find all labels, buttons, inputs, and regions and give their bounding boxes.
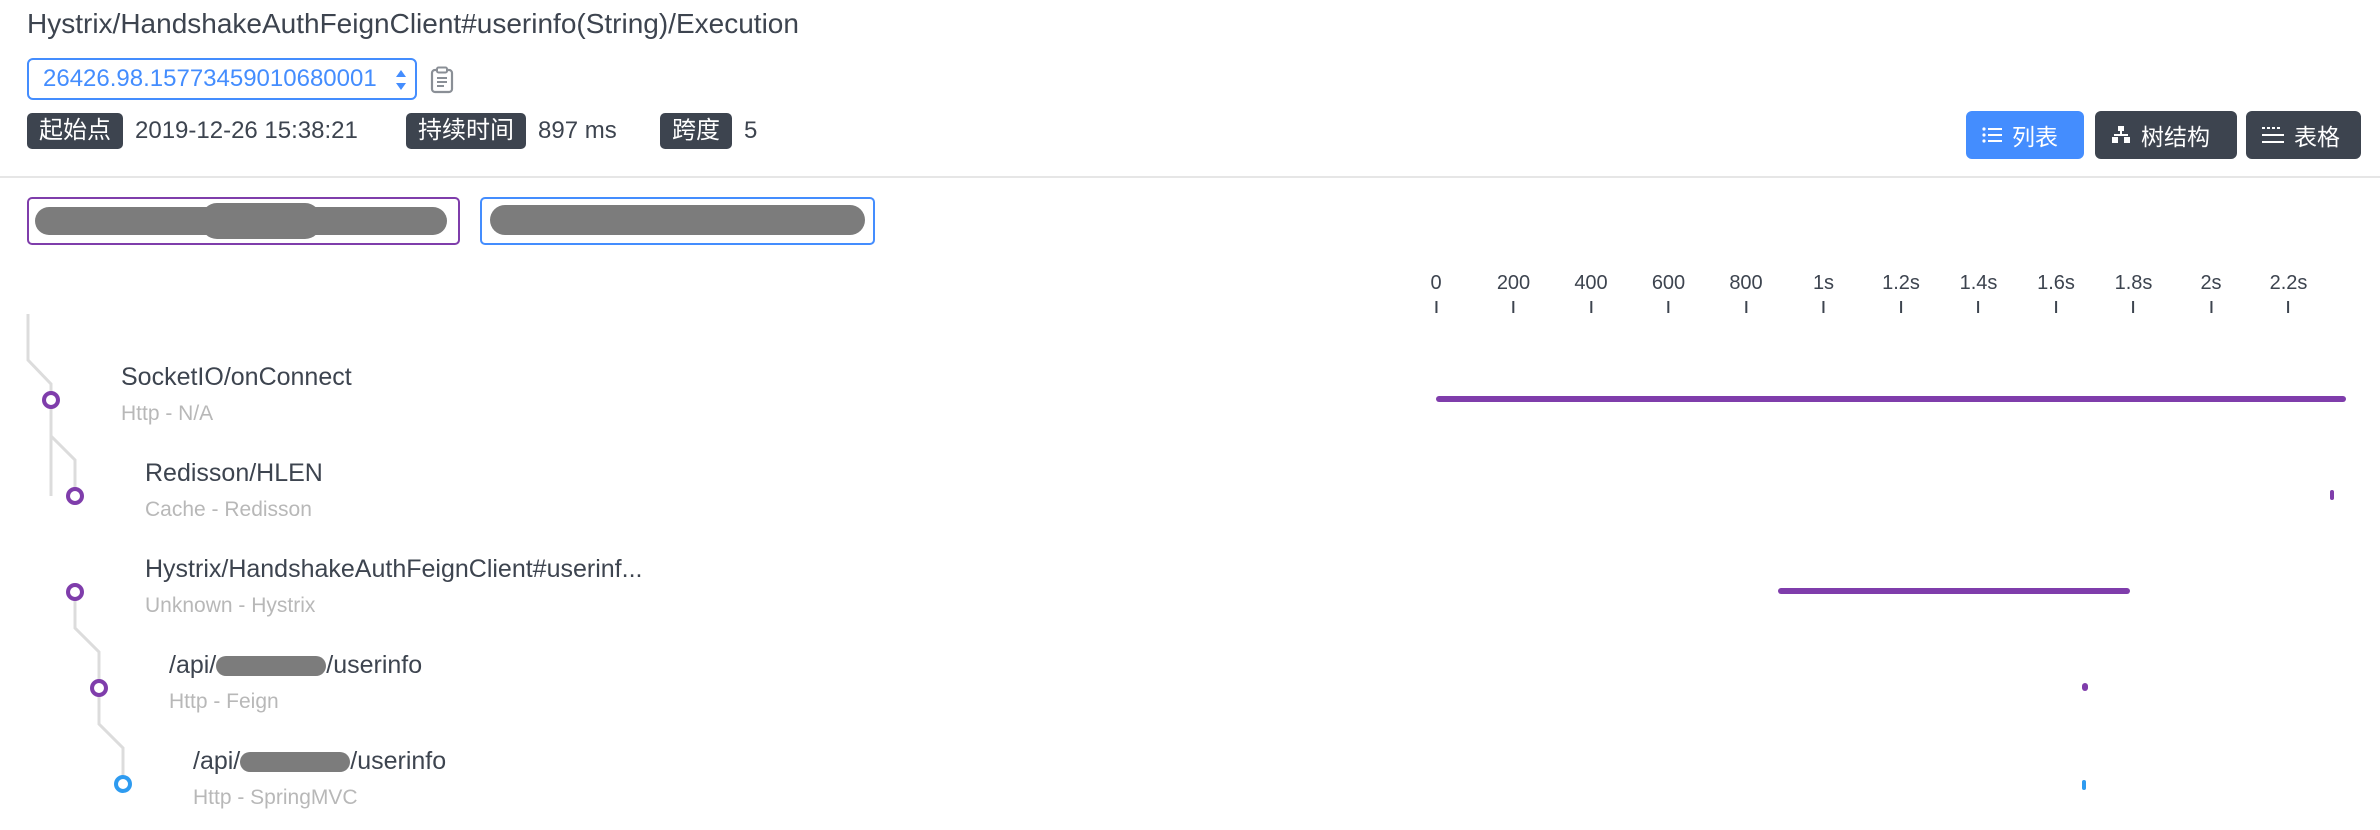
start-time-meta: 起始点 2019-12-26 15:38:21 [27, 112, 358, 150]
span-type: Http - Feign [169, 690, 279, 713]
axis-tick-label: 2s [2200, 272, 2222, 294]
axis-tick: 1.2s [1882, 272, 1920, 313]
span-timeline-bar [2082, 683, 2088, 691]
axis-tick-label: 1.8s [2114, 272, 2153, 294]
table-view-button[interactable]: 表格 [2246, 111, 2361, 159]
table-view-label: 表格 [2294, 124, 2340, 150]
axis-tick: 2.2s [2269, 272, 2308, 313]
span-node-icon [42, 391, 60, 409]
span-type: Http - SpringMVC [193, 786, 358, 809]
redacted-text [240, 752, 351, 773]
list-icon [1982, 127, 2002, 143]
clipboard-icon[interactable] [430, 66, 454, 94]
axis-tick: 800 [1729, 272, 1763, 313]
table-icon [2262, 127, 2284, 143]
axis-tick: 1.8s [2114, 272, 2153, 313]
list-view-label: 列表 [2012, 124, 2058, 150]
tree-view-label: 树结构 [2141, 124, 2210, 150]
span-name: SocketIO/onConnect [121, 363, 352, 391]
axis-tick: 1s [1813, 272, 1834, 313]
span-name: /api/ /userinfo [169, 651, 422, 680]
service-filter-primary[interactable] [27, 197, 460, 245]
start-time-badge: 起始点 [27, 113, 123, 149]
span-type: Http - N/A [121, 402, 214, 425]
span-node-icon [66, 487, 84, 505]
axis-tick: 0 [1430, 272, 1442, 313]
axis-tick-label: 1.4s [1959, 272, 1998, 294]
span-node-icon [66, 583, 84, 601]
redacted-text [490, 205, 865, 235]
timeline-axis: 0 200 400 600 800 1s 1.2s 1.4s 1.6s 1.8s 2s 2.2s [1400, 272, 2360, 322]
trace-id-value: 26426.98.15773459010680001 [43, 65, 377, 92]
axis-tick: 1.4s [1959, 272, 1998, 313]
span-type: Unknown - Hystrix [145, 594, 316, 617]
redacted-text [216, 656, 327, 677]
header-divider [0, 176, 2380, 178]
axis-tick: 1.6s [2037, 272, 2075, 313]
span-name: Hystrix/HandshakeAuthFeignClient#userinf… [145, 555, 643, 583]
spans-meta: 跨度 5 [660, 112, 757, 150]
span-tree-connectors [26, 314, 132, 793]
span-node-icon [90, 679, 108, 697]
span-timeline-bar [2082, 780, 2086, 790]
service-filter-secondary[interactable] [480, 197, 875, 245]
span-name-suffix: /userinfo [326, 651, 423, 679]
span-timeline-bar [1778, 588, 2130, 594]
redacted-text [201, 203, 321, 239]
duration-meta: 持续时间 897 ms [406, 112, 617, 150]
axis-tick-label: 2.2s [2269, 272, 2308, 294]
axis-tick-label: 1.2s [1882, 272, 1920, 294]
list-view-button[interactable]: 列表 [1966, 111, 2084, 159]
axis-tick: 200 [1497, 272, 1530, 313]
span-name: /api/ /userinfo [193, 747, 446, 776]
duration-badge: 持续时间 [406, 113, 526, 149]
spans-value: 5 [744, 117, 758, 144]
trace-id-select[interactable]: 26426.98.15773459010680001 [27, 58, 417, 100]
span-name: Redisson/HLEN [145, 459, 323, 487]
tree-view-button[interactable]: 树结构 [2095, 111, 2237, 159]
span-name-prefix: /api/ [193, 747, 241, 775]
axis-tick-label: 1s [1812, 272, 1835, 294]
axis-tick-label: 200 [1496, 272, 1531, 294]
axis-tick-label: 1.6s [2037, 272, 2075, 294]
axis-tick: 600 [1652, 272, 1685, 313]
span-type: Cache - Redisson [145, 498, 312, 521]
span-node-icon [114, 775, 132, 793]
axis-tick: 2s [2200, 272, 2222, 313]
span-name-suffix: /userinfo [350, 747, 447, 775]
tree-icon [2112, 126, 2130, 143]
spans-badge: 跨度 [660, 113, 732, 149]
span-timeline-bar [1436, 396, 2346, 402]
axis-tick-label: 600 [1651, 272, 1686, 294]
axis-tick: 400 [1574, 272, 1608, 313]
axis-tick-label: 0 [1430, 272, 1442, 294]
select-arrows-icon [396, 70, 406, 90]
duration-value: 897 ms [538, 117, 617, 144]
page-title: Hystrix/HandshakeAuthFeignClient#userinf… [27, 8, 799, 39]
span-name-prefix: /api/ [169, 651, 217, 679]
axis-tick-label: 800 [1729, 272, 1763, 294]
start-time-value: 2019-12-26 15:38:21 [135, 117, 358, 144]
span-timeline-bar [2330, 490, 2334, 500]
axis-tick-label: 400 [1574, 272, 1608, 294]
